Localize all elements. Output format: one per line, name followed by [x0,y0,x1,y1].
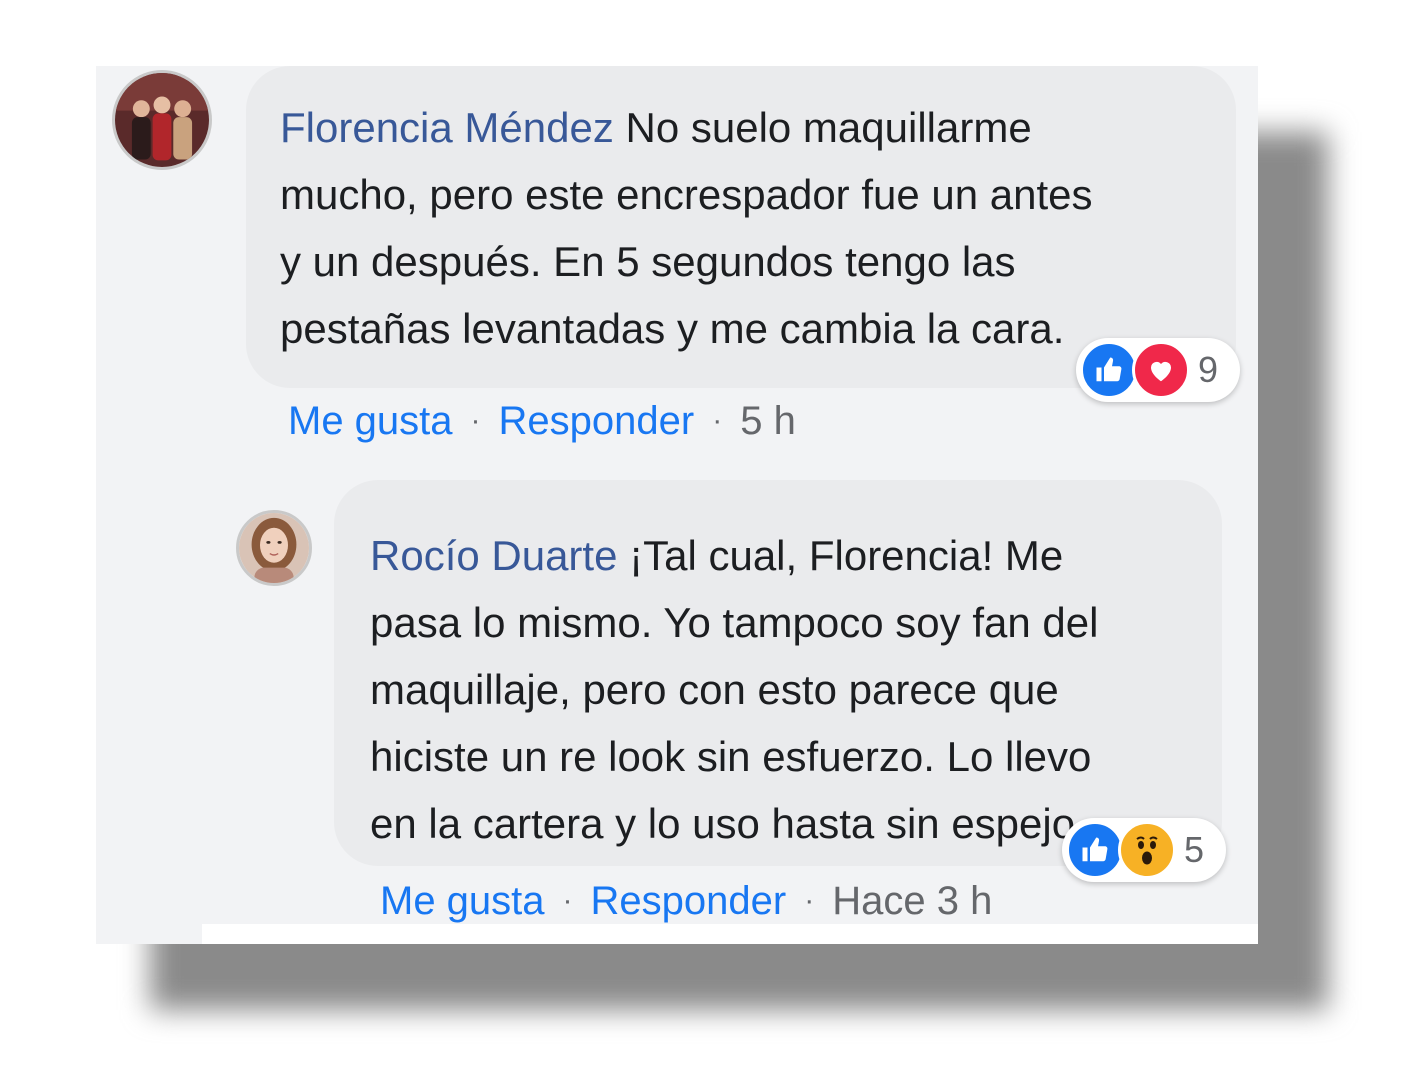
like-button[interactable]: Me gusta [288,396,453,446]
separator: · [712,404,723,437]
like-icon [1080,341,1138,399]
comment-author[interactable]: Florencia Méndez [280,104,614,151]
avatar-rocio[interactable] [236,510,312,586]
reply-button[interactable]: Responder [591,876,787,926]
reaction-summary[interactable]: 9 [1076,338,1240,402]
comment-text-line: y un después. En 5 segundos tengo las [280,238,1016,285]
comment-bubble: Florencia Méndez No suelo maquillarme mu… [246,66,1236,388]
comment-bubble: Rocío Duarte ¡Tal cual, Florencia! Me pa… [334,480,1222,866]
card-footer-strip [202,924,1258,944]
love-icon [1132,341,1190,399]
like-icon [1066,821,1124,879]
comment-text-line: pestañas levantadas y me cambia la cara. [280,305,1065,352]
comment-text-line: pasa lo mismo. Yo tampoco soy fan del [370,599,1099,646]
timestamp[interactable]: 5 h [740,396,796,446]
like-button[interactable]: Me gusta [380,876,545,926]
reaction-count: 9 [1198,349,1219,390]
comment-text-line: maquillaje, pero con esto parece que [370,666,1059,713]
timestamp[interactable]: Hace 3 h [832,876,992,926]
separator: · [470,404,481,437]
reaction-count: 5 [1184,829,1205,870]
comment-text-line: mucho, pero este encrespador fue un ante… [280,171,1093,218]
comment-text-line: hiciste un re look sin esfuerzo. Lo llev… [370,733,1092,780]
comment-actions: Me gusta · Responder · 5 h [288,396,796,446]
comment-text-line: ¡Tal cual, Florencia! Me [617,532,1064,579]
profile-photo-icon [239,513,309,583]
comment-text-line: No suelo maquillarme [613,104,1032,151]
comment-actions: Me gusta · Responder · Hace 3 h [380,876,992,926]
avatar-florencia[interactable] [112,70,212,170]
screenshot-stage: Florencia Méndez No suelo maquillarme mu… [0,0,1428,1080]
reaction-summary[interactable]: 5 [1062,818,1226,882]
comment-author[interactable]: Rocío Duarte [370,532,617,579]
profile-photo-icon [115,73,209,167]
reply-button[interactable]: Responder [499,396,695,446]
wow-icon [1118,821,1176,879]
comment-text-line: en la cartera y lo uso hasta sin espejo. [370,800,1087,847]
separator: · [804,884,815,917]
separator: · [562,884,573,917]
comment-thread: Florencia Méndez No suelo maquillarme mu… [96,66,1258,944]
